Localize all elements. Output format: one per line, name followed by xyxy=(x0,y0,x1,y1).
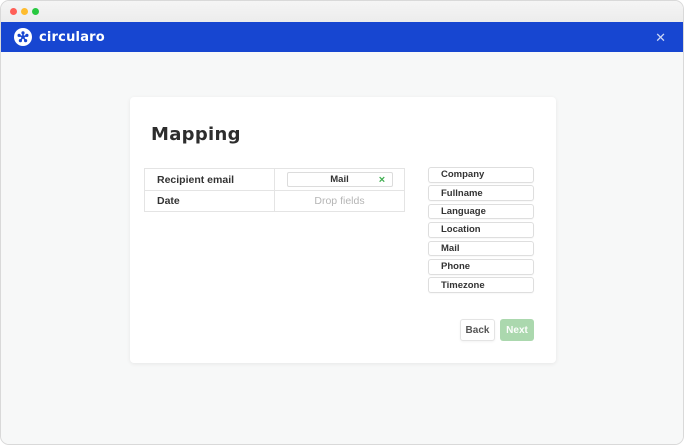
mapping-table: Recipient email Mail ✕ Date Drop fields xyxy=(144,168,405,212)
field-item-language[interactable]: Language xyxy=(428,204,534,220)
drop-cell-date[interactable]: Drop fields xyxy=(275,191,404,211)
app-header: circularo ✕ xyxy=(1,22,683,52)
table-row: Date Drop fields xyxy=(145,190,404,211)
field-item-fullname[interactable]: Fullname xyxy=(428,185,534,201)
page-title: Mapping xyxy=(151,124,241,145)
close-icon[interactable]: ✕ xyxy=(651,29,670,46)
back-button[interactable]: Back xyxy=(460,319,495,341)
app-window: circularo ✕ Mapping Recipient email Mail… xyxy=(0,0,684,445)
window-maximize-icon[interactable] xyxy=(32,8,39,15)
available-fields-list: Company Fullname Language Location Mail … xyxy=(428,167,534,296)
field-item-phone[interactable]: Phone xyxy=(428,259,534,275)
table-row: Recipient email Mail ✕ xyxy=(145,169,404,190)
window-close-icon[interactable] xyxy=(10,8,17,15)
drop-cell-recipient-email[interactable]: Mail ✕ xyxy=(275,169,404,190)
action-buttons: Back Next xyxy=(460,319,534,341)
titlebar xyxy=(1,1,683,22)
remove-chip-icon[interactable]: ✕ xyxy=(378,175,385,184)
field-item-location[interactable]: Location xyxy=(428,222,534,238)
chip-label: Mail xyxy=(330,174,348,185)
circularo-logo-icon xyxy=(14,28,32,46)
mapping-card: Mapping Recipient email Mail ✕ Date Dro xyxy=(130,97,556,363)
field-item-mail[interactable]: Mail xyxy=(428,241,534,257)
row-label-recipient-email: Recipient email xyxy=(145,169,275,190)
row-label-date: Date xyxy=(145,191,275,211)
field-item-timezone[interactable]: Timezone xyxy=(428,277,534,293)
drop-placeholder: Drop fields xyxy=(314,195,364,207)
field-chip-mail[interactable]: Mail ✕ xyxy=(287,172,393,187)
next-button[interactable]: Next xyxy=(500,319,534,341)
page-content: Mapping Recipient email Mail ✕ Date Dro xyxy=(1,52,683,445)
field-item-company[interactable]: Company xyxy=(428,167,534,183)
brand-name: circularo xyxy=(39,30,105,45)
window-minimize-icon[interactable] xyxy=(21,8,28,15)
